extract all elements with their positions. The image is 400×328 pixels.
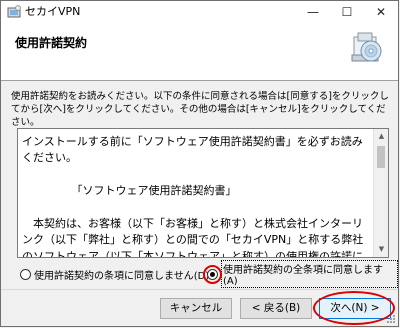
radio-agree[interactable]: 使用許諾契約の全条項に同意します(A) — [203, 260, 398, 288]
resize-grip-icon[interactable] — [386, 314, 396, 324]
license-scrollbar[interactable]: ▲ ▼ — [373, 129, 388, 257]
scroll-up-icon[interactable]: ▲ — [374, 129, 388, 144]
window-title: セカイVPN — [25, 5, 81, 18]
cd-installer-icon — [351, 32, 382, 62]
radio-disagree-label[interactable]: 使用許諾契約の条項に同意しません(D) — [34, 267, 209, 282]
wizard-header: 使用許諾契約 — [1, 23, 398, 81]
page-title: 使用許諾契約 — [15, 36, 88, 50]
radio-disagree-button[interactable] — [20, 268, 31, 280]
radio-agree-button[interactable] — [203, 264, 222, 284]
highlight-circle — [203, 264, 222, 284]
minimize-button[interactable]: — — [296, 1, 330, 23]
maximize-button[interactable]: ☐ — [330, 1, 364, 23]
app-icon — [7, 5, 21, 18]
scroll-down-icon[interactable]: ▼ — [374, 242, 388, 257]
next-button[interactable]: 次へ(N) > — [319, 298, 391, 319]
scroll-thumb[interactable] — [377, 146, 385, 168]
instructions-text: 使用許諾契約をお読みください。以下の条件に同意される場合は[同意する]をクリック… — [11, 91, 389, 128]
back-button[interactable]: < 戻る(B) — [240, 298, 312, 319]
license-textbox[interactable]: インストールする前に「ソフトウェア使用許諾契約書」を必ずお読みください。 「ソフ… — [17, 128, 389, 258]
installer-window: セカイVPN — ☐ ✕ 使用許諾契約 使用許諾契約をお読みください。以下の条件… — [0, 0, 399, 327]
footer-divider — [1, 289, 398, 290]
radio-agree-label[interactable]: 使用許諾契約の全条項に同意します(A) — [221, 260, 398, 288]
title-bar[interactable]: セカイVPN — ☐ ✕ — [1, 1, 398, 23]
radio-disagree[interactable]: 使用許諾契約の条項に同意しません(D) — [20, 266, 209, 282]
cancel-button[interactable]: キャンセル — [160, 298, 232, 319]
license-text: インストールする前に「ソフトウェア使用許諾契約書」を必ずお読みください。 「ソフ… — [22, 135, 364, 258]
close-button[interactable]: ✕ — [364, 1, 398, 23]
